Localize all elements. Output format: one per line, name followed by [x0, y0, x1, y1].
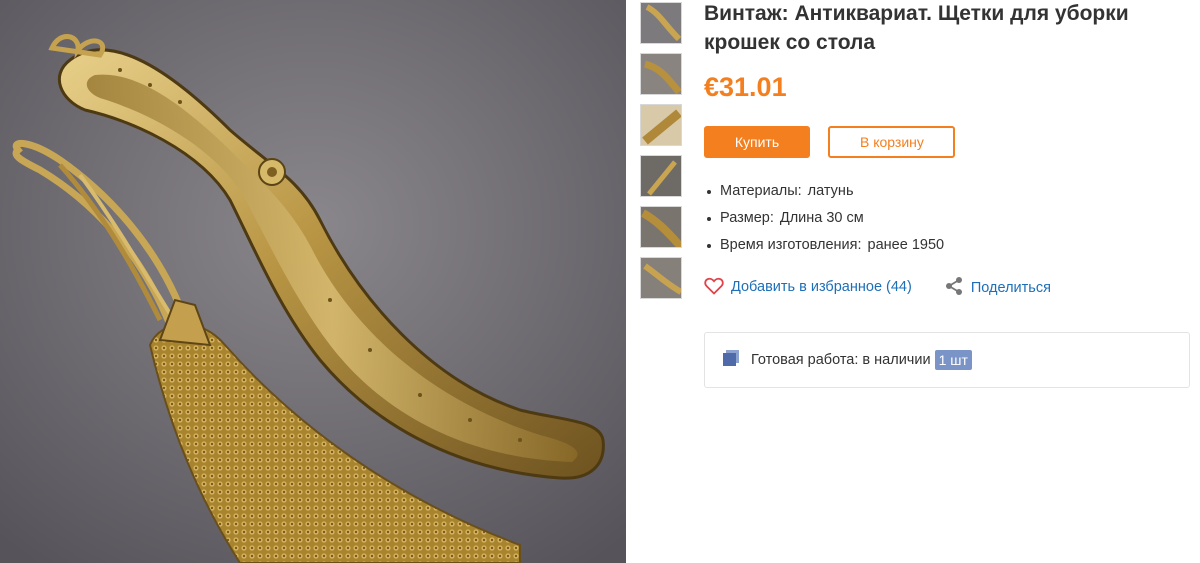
- stock-status-panel: Готовая работа: в наличии 1 шт: [704, 332, 1190, 388]
- purchase-buttons: Купить В корзину: [704, 126, 1194, 158]
- buy-button[interactable]: Купить: [704, 126, 810, 158]
- favorites-label: Добавить в избранное (44): [731, 279, 912, 295]
- add-to-favorites-link[interactable]: Добавить в избранное (44): [704, 276, 912, 302]
- property-label: Время изготовления:: [720, 237, 862, 253]
- main-product-photo[interactable]: [0, 0, 626, 563]
- thumbnail-5[interactable]: [640, 206, 682, 248]
- property-label: Материалы:: [720, 183, 802, 199]
- property-value: латунь: [807, 183, 854, 199]
- thumbnail-1[interactable]: [640, 2, 682, 44]
- thumbnail-4[interactable]: [640, 155, 682, 197]
- thumbnail-6[interactable]: [640, 257, 682, 299]
- thumbnail-2[interactable]: [640, 53, 682, 95]
- stock-quantity-badge: 1 шт: [934, 350, 972, 370]
- share-link[interactable]: Поделиться: [944, 276, 1051, 303]
- box-icon: [721, 348, 741, 372]
- property-value: ранее 1950: [867, 237, 945, 253]
- property-item: Материалы: латунь: [704, 178, 1194, 205]
- thumbnail-3[interactable]: [640, 104, 682, 146]
- heart-icon: [704, 277, 724, 302]
- product-actions: Добавить в избранное (44) Поделиться: [704, 276, 1194, 298]
- product-title: Винтаж: Антиквариат. Щетки для уборки кр…: [704, 2, 1129, 54]
- share-label: Поделиться: [970, 280, 1051, 296]
- property-label: Размер:: [720, 210, 774, 226]
- thumbnail-strip: [640, 2, 684, 308]
- property-item: Время изготовления: ранее 1950: [704, 232, 1194, 259]
- product-properties: Материалы: латунь Размер: Длина 30 см Врем…: [704, 178, 1194, 259]
- property-value: Длина 30 см: [779, 210, 864, 226]
- add-to-cart-button[interactable]: В корзину: [828, 126, 956, 158]
- product-price: €31.01: [704, 72, 787, 102]
- product-info: Винтаж: Антиквариат. Щетки для уборки кр…: [704, 0, 1194, 388]
- share-icon: [944, 276, 964, 303]
- property-item: Размер: Длина 30 см: [704, 205, 1194, 232]
- stock-label: Готовая работа: в наличии: [751, 352, 931, 368]
